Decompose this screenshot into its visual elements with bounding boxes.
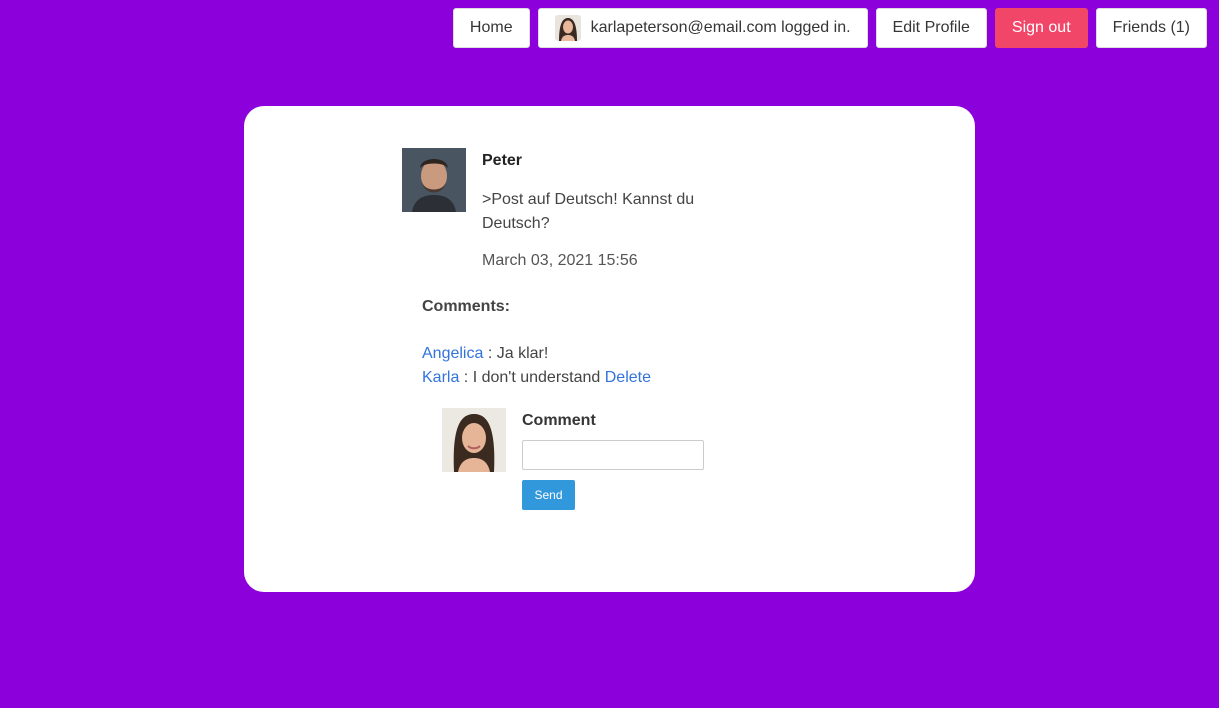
comment-text: I don't understand <box>472 369 605 386</box>
send-button[interactable]: Send <box>522 480 575 510</box>
user-status-button[interactable]: karlapeterson@email.com logged in. <box>537 8 868 48</box>
post-text: >Post auf Deutsch! Kannst du Deutsch? <box>482 191 695 232</box>
comment-author-link[interactable]: Karla <box>422 369 459 386</box>
comment-text: Ja klar! <box>496 345 549 362</box>
top-navigation: Home karlapeterson@email.com logged in. … <box>452 8 1207 48</box>
comment-item: Angelica : Ja klar! <box>422 342 651 366</box>
comment-separator: : <box>459 369 473 386</box>
comment-form: Comment Send <box>522 408 704 510</box>
post-card: Peter >Post auf Deutsch! Kannst du Deuts… <box>244 106 975 592</box>
home-button[interactable]: Home <box>452 8 530 48</box>
post-author-avatar <box>402 148 466 212</box>
friends-button[interactable]: Friends (1) <box>1095 8 1207 48</box>
post: Peter >Post auf Deutsch! Kannst du Deuts… <box>402 148 712 270</box>
comment-separator: : <box>483 345 497 362</box>
comment-label: Comment <box>522 412 596 429</box>
delete-comment-link[interactable]: Delete <box>605 369 651 386</box>
user-avatar <box>554 15 581 41</box>
user-status-text: karlapeterson@email.com logged in. <box>590 19 851 36</box>
edit-profile-button[interactable]: Edit Profile <box>875 8 987 48</box>
comment-author-link[interactable]: Angelica <box>422 345 483 362</box>
comments-list: Angelica : Ja klar! Karla : I don't unde… <box>422 342 651 390</box>
comment-input[interactable] <box>522 440 704 470</box>
current-user-avatar <box>442 408 506 472</box>
post-author-name: Peter <box>482 152 523 169</box>
post-date: March 03, 2021 15:56 <box>482 252 638 269</box>
sign-out-button[interactable]: Sign out <box>994 8 1088 48</box>
comment-item: Karla : I don't understand Delete <box>422 366 651 390</box>
comments-heading: Comments: <box>422 298 511 315</box>
new-comment-section: Comment Send <box>442 408 704 510</box>
